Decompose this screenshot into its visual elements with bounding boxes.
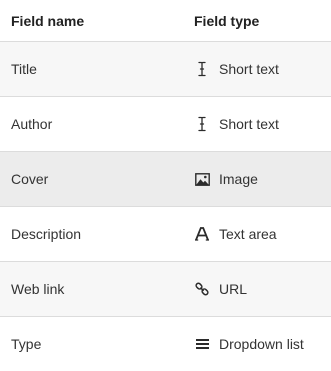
table-row[interactable]: Web link URL	[0, 262, 331, 317]
text-area-icon	[194, 226, 210, 242]
field-type-label: Text area	[219, 226, 277, 242]
field-name-cell: Description	[11, 226, 82, 242]
table-row[interactable]: Title Short text	[0, 42, 331, 97]
field-type-cell: Short text	[183, 61, 331, 77]
table-row[interactable]: Description Text area	[0, 207, 331, 262]
table-row[interactable]: Cover Image	[0, 152, 331, 207]
field-name-cell: Type	[11, 336, 42, 352]
field-type-cell: Short text	[183, 116, 331, 132]
field-name-cell: Web link	[11, 281, 65, 297]
field-name-cell: Cover	[11, 171, 49, 187]
field-type-label: Short text	[219, 116, 279, 132]
field-type-label: Dropdown list	[219, 336, 304, 352]
image-icon	[194, 171, 210, 187]
field-name-cell: Title	[11, 61, 37, 77]
field-type-cell: Image	[183, 171, 331, 187]
field-type-label: Image	[219, 171, 258, 187]
fields-table: Field name Field type Title Short text A…	[0, 0, 331, 371]
text-cursor-icon	[194, 61, 210, 77]
list-icon	[194, 336, 210, 352]
table-row[interactable]: Author Short text	[0, 97, 331, 152]
field-type-cell: Text area	[183, 226, 331, 242]
field-type-header: Field type	[194, 12, 260, 29]
field-type-label: URL	[219, 281, 248, 297]
link-icon	[194, 281, 210, 297]
table-row[interactable]: Type Dropdown list	[0, 317, 331, 371]
field-type-cell: Dropdown list	[183, 336, 331, 352]
field-type-label: Short text	[219, 61, 279, 77]
text-cursor-icon	[194, 116, 210, 132]
table-header: Field name Field type	[0, 0, 331, 42]
field-name-header: Field name	[11, 12, 85, 29]
field-type-cell: URL	[183, 281, 331, 297]
field-name-cell: Author	[11, 116, 53, 132]
